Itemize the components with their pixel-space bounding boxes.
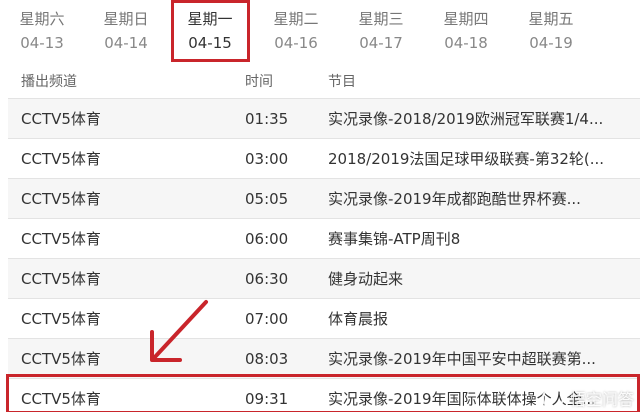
row-channel: CCTV5体育 [21, 190, 101, 208]
day-tab-date: 04-19 [529, 34, 573, 52]
row-channel: CCTV5体育 [21, 110, 101, 128]
watermark: 悟空问答 [541, 386, 634, 410]
watermark-logo-icon [541, 387, 564, 409]
day-tab-date: 04-13 [20, 34, 64, 52]
day-tab-date: 04-14 [104, 34, 148, 52]
day-tab-name: 星期三 [358, 10, 404, 28]
table-row[interactable]: CCTV5体育 03:00 2018/2019法国足球甲级联赛-第32轮(... [8, 138, 640, 178]
day-tab-sun[interactable]: 星期日 04-14 [84, 0, 168, 64]
day-tab-name: 星期二 [273, 10, 319, 28]
row-time: 01:35 [245, 109, 289, 128]
day-tab-name: 星期六 [19, 10, 65, 28]
row-time: 08:03 [245, 349, 289, 368]
row-channel: CCTV5体育 [21, 390, 101, 408]
active-day-highlight-box [171, 0, 250, 62]
day-tab-name: 星期日 [103, 10, 149, 28]
day-tab-name: 星期五 [528, 10, 574, 28]
row-channel: CCTV5体育 [21, 230, 101, 248]
table-row[interactable]: CCTV5体育 01:35 实况录像-2018/2019欧洲冠军联赛1/4... [8, 98, 640, 138]
row-program[interactable]: 实况录像-2018/2019欧洲冠军联赛1/4... [328, 99, 618, 138]
row-program[interactable]: 2018/2019法国足球甲级联赛-第32轮(... [328, 139, 618, 178]
table-row[interactable]: CCTV5体育 08:03 实况录像-2019年中国平安中超联赛第... [8, 338, 640, 378]
day-tabs: 星期六 04-13 星期日 04-14 星期一 04-15 星期二 04-16 … [0, 0, 640, 64]
row-program[interactable]: 实况录像-2019年中国平安中超联赛第... [328, 339, 618, 378]
row-time: 03:00 [245, 149, 289, 168]
day-tab-tue[interactable]: 星期二 04-16 [254, 0, 338, 64]
day-tab-sat[interactable]: 星期六 04-13 [0, 0, 84, 64]
table-header: 播出频道 时间 节目 [8, 64, 640, 98]
row-time: 05:05 [245, 189, 289, 208]
row-program[interactable]: 实况录像-2019年成都跑酷世界杯赛... [328, 179, 618, 218]
day-tab-date: 04-18 [444, 34, 488, 52]
header-program: 节目 [328, 74, 356, 90]
table-row[interactable]: CCTV5体育 06:00 赛事集锦-ATP周刊8 [8, 218, 640, 258]
schedule-table: 播出频道 时间 节目 CCTV5体育 01:35 实况录像-2018/2019欧… [8, 64, 640, 412]
day-tab-date: 04-17 [359, 34, 403, 52]
red-arrow-icon [150, 300, 208, 362]
header-channel: 播出频道 [21, 74, 77, 90]
day-tab-name: 星期四 [443, 10, 489, 28]
row-time: 06:00 [245, 229, 289, 248]
row-time: 09:31 [245, 389, 289, 408]
day-tab-fri[interactable]: 星期五 04-19 [509, 0, 593, 64]
row-program[interactable]: 体育晨报 [328, 299, 618, 338]
row-time: 07:00 [245, 309, 289, 328]
row-program[interactable]: 赛事集锦-ATP周刊8 [328, 219, 618, 258]
row-time: 06:30 [245, 269, 289, 288]
table-row[interactable]: CCTV5体育 05:05 实况录像-2019年成都跑酷世界杯赛... [8, 178, 640, 218]
day-tab-wed[interactable]: 星期三 04-17 [339, 0, 423, 64]
table-row[interactable]: CCTV5体育 07:00 体育晨报 [8, 298, 640, 338]
day-tab-date: 04-16 [274, 34, 318, 52]
tv-schedule-page: 星期六 04-13 星期日 04-14 星期一 04-15 星期二 04-16 … [0, 0, 640, 412]
row-channel: CCTV5体育 [21, 150, 101, 168]
table-row[interactable]: CCTV5体育 06:30 健身动起来 [8, 258, 640, 298]
watermark-text: 悟空问答 [569, 390, 634, 409]
header-time: 时间 [245, 74, 273, 90]
row-program[interactable]: 健身动起来 [328, 259, 618, 298]
row-channel: CCTV5体育 [21, 270, 101, 288]
day-tab-thu[interactable]: 星期四 04-18 [424, 0, 508, 64]
